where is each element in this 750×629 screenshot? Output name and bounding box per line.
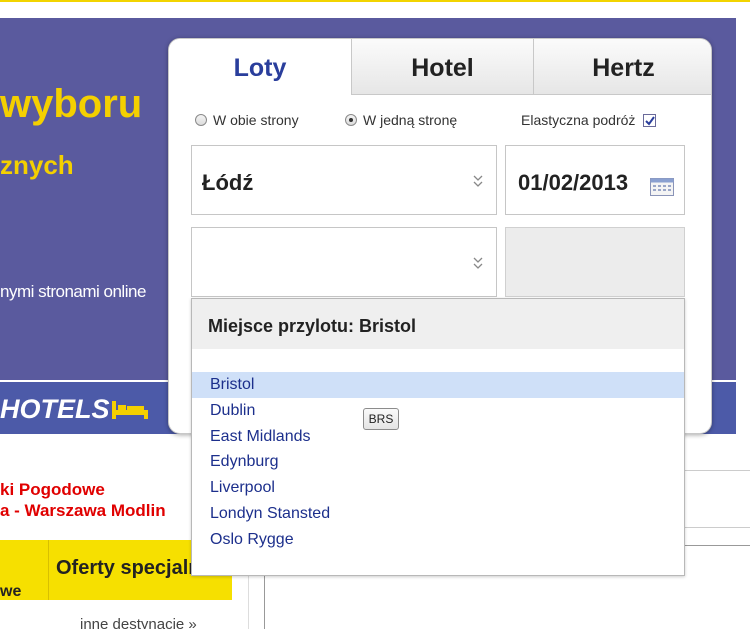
destination-option[interactable]: East Midlands: [192, 424, 684, 450]
banner-tagline: nymi stronami online: [0, 282, 146, 301]
dropdown-header: Miejsce przylotu: Bristol: [192, 299, 684, 349]
round-trip-label: W obie strony: [213, 112, 299, 128]
special-offers-label[interactable]: Oferty specjalne: [56, 557, 212, 580]
banner-subline: znych: [0, 150, 74, 180]
other-destinations-link[interactable]: inne destynacje »: [80, 616, 197, 629]
departure-date-field[interactable]: 01/02/2013: [505, 145, 685, 215]
side-panel: [682, 470, 750, 528]
bed-icon: [112, 401, 148, 419]
flexible-travel-option[interactable]: Elastyczna podróż: [521, 112, 657, 128]
airport-code-tooltip: BRS: [363, 408, 399, 430]
destination-list: Bristol Dublin East Midlands Edynburg Li…: [192, 372, 684, 553]
flexible-travel-label: Elastyczna podróż: [521, 112, 636, 128]
tab-flights[interactable]: Loty: [169, 39, 351, 95]
dropdown-title: Miejsce przylotu: Bristol: [208, 316, 417, 336]
one-way-radio[interactable]: [345, 114, 357, 126]
weather-alert-line1[interactable]: ki Pogodowe: [0, 480, 105, 500]
return-date-field[interactable]: [505, 227, 685, 297]
one-way-option[interactable]: W jedną stronę: [345, 112, 457, 128]
check-icon: [645, 115, 656, 126]
round-trip-radio[interactable]: [195, 114, 207, 126]
destination-option[interactable]: Liverpool: [192, 475, 684, 501]
departure-date-value: 01/02/2013: [518, 170, 629, 195]
chevron-down-icon: [473, 175, 483, 187]
origin-value: Łódź: [202, 170, 254, 195]
search-tabs: Loty Hotel Hertz: [169, 39, 711, 95]
hotels-logo[interactable]: HOTELS: [0, 394, 110, 425]
destination-option[interactable]: Edynburg: [192, 449, 684, 475]
destination-option[interactable]: Dublin: [192, 398, 684, 424]
destination-field[interactable]: [191, 227, 497, 297]
round-trip-option[interactable]: W obie strony: [195, 112, 299, 128]
destination-option[interactable]: Londyn Stansted: [192, 501, 684, 527]
calendar-icon[interactable]: [650, 178, 674, 196]
tab-hotel[interactable]: Hotel: [351, 39, 533, 95]
origin-field[interactable]: Łódź: [191, 145, 497, 215]
left-column-label: we: [0, 583, 22, 600]
destination-option[interactable]: Oslo Rygge: [192, 527, 684, 553]
chevron-down-icon: [473, 257, 483, 269]
tab-hertz[interactable]: Hertz: [533, 39, 711, 95]
top-border-line: [0, 0, 750, 2]
destination-dropdown: Miejsce przylotu: Bristol Bristol Dublin…: [191, 298, 685, 576]
banner-headline: wyboru: [0, 82, 143, 126]
weather-alert-line2[interactable]: a - Warszawa Modlin: [0, 501, 166, 521]
flexible-travel-checkbox[interactable]: [643, 113, 657, 127]
one-way-label: W jedną stronę: [363, 112, 458, 128]
destination-option[interactable]: Bristol: [192, 372, 684, 398]
